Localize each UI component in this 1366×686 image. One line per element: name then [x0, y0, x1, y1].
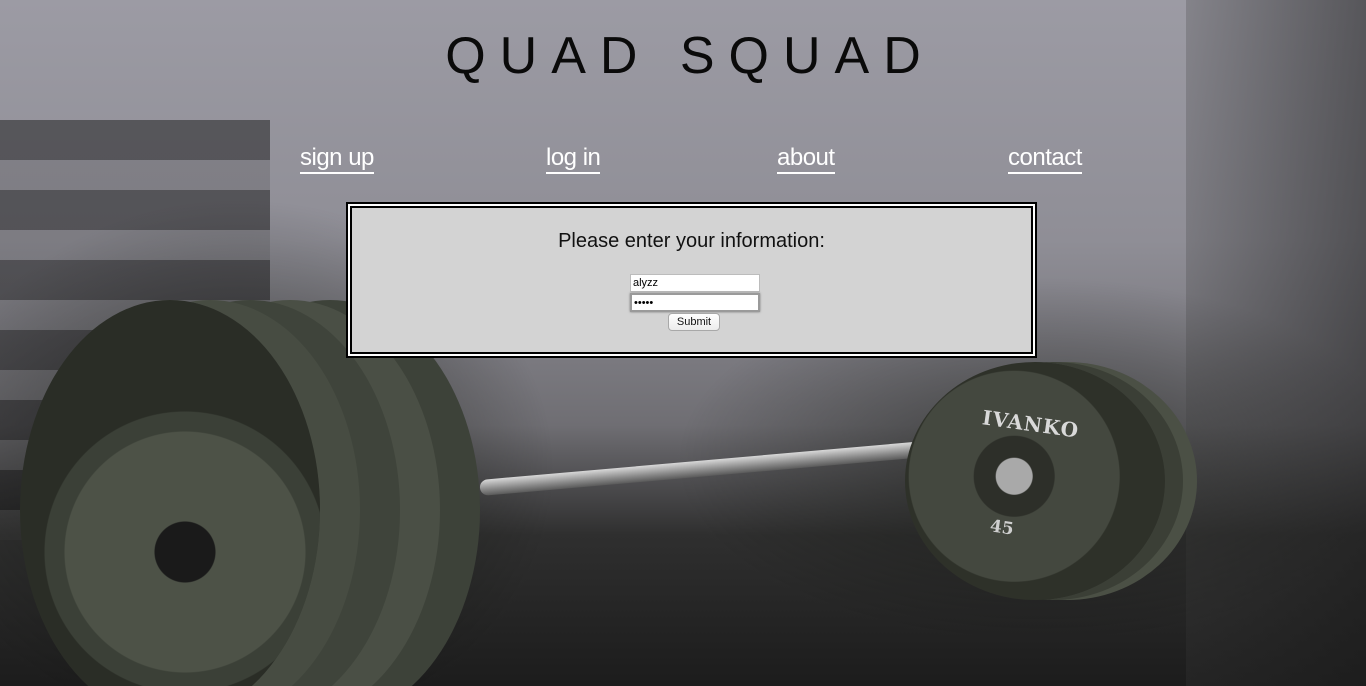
- form-heading: Please enter your information:: [558, 230, 825, 252]
- weight-plate-left-image: [20, 300, 320, 686]
- nav-link-sign-up[interactable]: sign up: [300, 144, 374, 174]
- nav-link-contact[interactable]: contact: [1008, 144, 1082, 174]
- nav-link-log-in[interactable]: log in: [546, 144, 601, 174]
- login-form: Please enter your information: Submit: [350, 206, 1033, 354]
- submit-button[interactable]: Submit: [668, 313, 720, 331]
- password-input[interactable]: [630, 293, 760, 312]
- weight-plate-right-image: [905, 362, 1165, 600]
- nav-link-about[interactable]: about: [777, 144, 835, 174]
- background-wall: [1186, 0, 1366, 686]
- username-input[interactable]: [630, 274, 760, 292]
- site-title: QUAD SQUAD: [445, 27, 935, 85]
- plate-weight-text: 45: [988, 516, 1015, 540]
- login-form-panel: Please enter your information: Submit: [346, 202, 1037, 358]
- main-nav: sign up log in about contact: [0, 140, 1366, 180]
